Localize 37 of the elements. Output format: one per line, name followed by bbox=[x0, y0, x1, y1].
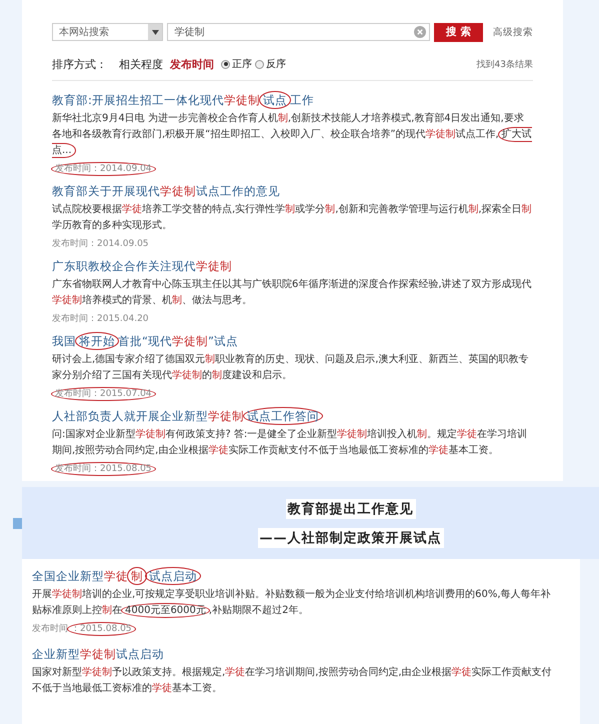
publish-date: 发布时间：2014.09.04 bbox=[52, 162, 155, 175]
radio-button[interactable] bbox=[221, 60, 230, 68]
result-title-link[interactable]: 人社部负责人就开展企业新型学徒制 试点工作答问 bbox=[52, 409, 322, 424]
scope-dropdown[interactable]: 本网站搜索 bbox=[52, 23, 164, 41]
bullet-square bbox=[13, 518, 22, 528]
publish-date: 发布时间：2015.04.20 bbox=[52, 312, 149, 325]
radio-label: 反序 bbox=[266, 58, 286, 71]
result-snippet: 问:国家对企业新型学徒制有何政策支持? 答:一是健全了企业新型学徒制培训投入机制。规定学徒在学习培训期间,按照劳动合同约定,由企业根据学徒实际工作贡献支付不低于当地最低工资标准的学徒基本工资。 bbox=[52, 428, 528, 458]
publish-date: 发布时间：2015.08.05 bbox=[52, 462, 155, 475]
result-snippet: 新华社北京9月4日电 为进一步完善校企合作育人机制,创新技术技能人才培养模式,教育部4日发出通知,要求各地和各级教育行政部门,积极开展“招生即招工、入校即入厂、校企联合培养”的现代学徒制试点工作, 扩大试点... bbox=[52, 112, 533, 159]
sort-label: 排序方式： bbox=[52, 56, 107, 72]
result-snippet: 广东省物联网人才教育中心陈玉琪主任以其与广铁职院6年循序渐进的深度合作探索经验,讲述了双方形成现代 学徒制培养模式的背景、机制、做法与思考。 bbox=[52, 278, 533, 308]
result-snippet: 试点院校要根据学徒培养工学交替的特点,实行弹性学制或学分制,创新和完善教学管理与运行机制,探索全日制 学历教育的多种实现形式。 bbox=[52, 202, 533, 233]
result-title-link[interactable]: 教育部:开展招生招工一体化现代学徒制 试点 工作 bbox=[52, 93, 314, 108]
publish-date: 发布时间：2015.07.04 bbox=[52, 387, 155, 400]
publish-date: 发布时间 ：2015.08.05 bbox=[32, 622, 135, 635]
advanced-search-link[interactable]: 高级搜索 bbox=[493, 26, 533, 38]
search-button[interactable]: 搜 索 bbox=[434, 22, 483, 42]
result-title-link[interactable]: 全国企业新型学徒 制 试点启动 bbox=[32, 569, 200, 584]
result-title-link[interactable]: 广东职教校企合作关注现代学徒制 bbox=[52, 259, 232, 274]
result-snippet: 国家对新型学徒制予以政策支持。根据规定,学徒在学习培训期间,按照劳动合同约定,由企业根据学徒实际工作贡献支付不低于当地最低工资标准的学徒基本工资。 bbox=[32, 666, 553, 696]
sort-option[interactable]: 发布时间 bbox=[170, 56, 214, 72]
result-count: 找到43条结果 bbox=[476, 58, 533, 70]
radio-button[interactable] bbox=[255, 60, 264, 68]
clear-icon[interactable] bbox=[414, 26, 426, 38]
publish-date: 发布时间：2014.09.05 bbox=[52, 238, 149, 250]
result-title-link[interactable]: 教育部关于开展现代学徒制试点工作的意见 bbox=[52, 184, 280, 199]
sort-option[interactable]: 相关程度 bbox=[119, 56, 163, 72]
dropdown-arrow-icon bbox=[152, 30, 159, 34]
banner-subheadline: ——人社部制定政策开展试点 bbox=[258, 528, 444, 548]
result-title-link[interactable]: 我国 将开始 首批“现代学徒制”试点 bbox=[52, 334, 238, 349]
result-snippet: 开展学徒制培训的企业,可按规定享受职业培训补贴。补贴数额一般为企业支付给培训机构培训费用的60%,每人每年补贴标准原则上控制在 4000元至6000元 ,补贴期限不超过2年。 bbox=[32, 588, 552, 619]
banner-headline: 教育部提出工作意见 bbox=[286, 498, 416, 518]
search-field[interactable]: 学徒制 bbox=[167, 23, 430, 41]
result-title-link[interactable]: 企业新型学徒制试点启动 bbox=[32, 647, 164, 662]
radio-label: 正序 bbox=[232, 58, 252, 71]
result-snippet: 研讨会上,德国专家介绍了德国双元制职业教育的历史、现状、问题及启示,澳大利亚、新西兰、英国的职教专家分别介绍了三国有关现代学徒制的制度建设和启示。 bbox=[52, 352, 530, 383]
